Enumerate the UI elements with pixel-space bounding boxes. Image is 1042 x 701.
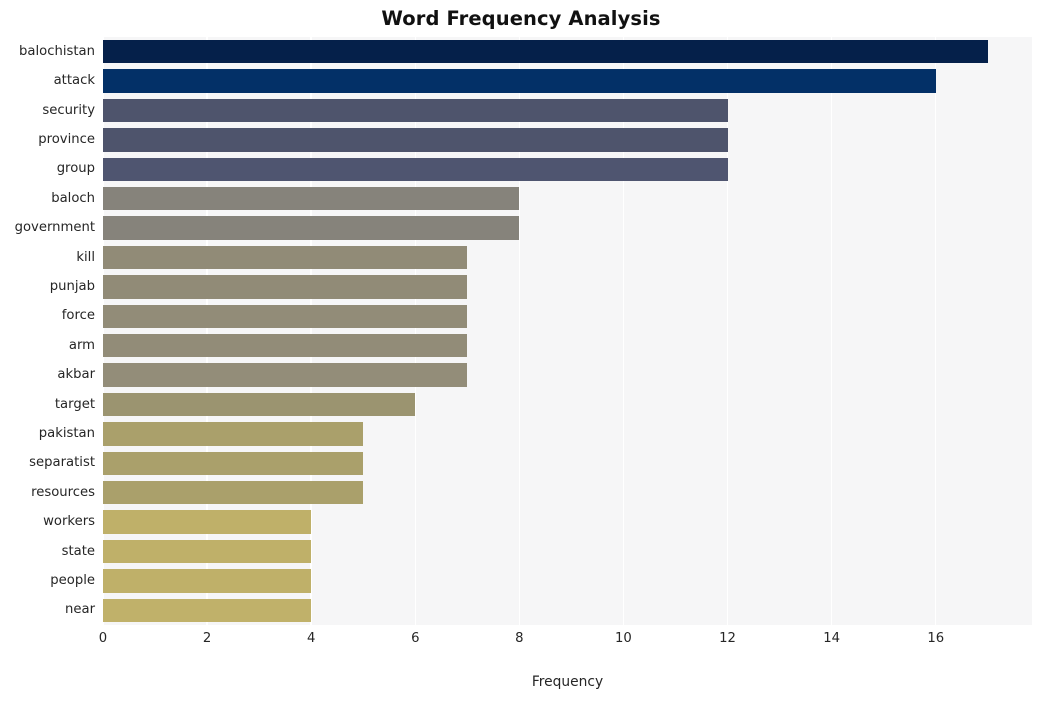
y-tick-label-baloch: baloch — [51, 190, 95, 206]
bar-near[interactable] — [103, 598, 312, 623]
y-tick-label-separatist: separatist — [29, 455, 95, 471]
y-tick-label-target: target — [54, 396, 95, 412]
chart-title: Word Frequency Analysis — [381, 7, 661, 30]
y-tick-label-people: people — [50, 572, 95, 588]
bar-row — [103, 480, 1032, 505]
bars-container — [103, 37, 1032, 625]
bar-akbar[interactable] — [103, 363, 468, 387]
bar-row — [103, 98, 1032, 123]
x-tick-label-14: 14 — [823, 631, 841, 646]
bar-row — [103, 128, 1032, 152]
y-tick-label-balochistan: balochistan — [19, 43, 95, 59]
bar-target[interactable] — [103, 392, 416, 417]
bar-row — [103, 598, 1032, 623]
bar-resources[interactable] — [103, 480, 364, 505]
y-tick-label-resources: resources — [31, 484, 95, 500]
y-tick-label-government: government — [14, 220, 95, 236]
y-tick-label-province: province — [38, 131, 95, 147]
y-tick-label-akbar: akbar — [57, 367, 95, 383]
bar-baloch[interactable] — [103, 186, 520, 211]
y-tick-label-arm: arm — [68, 337, 95, 353]
bar-row — [103, 216, 1032, 240]
y-axis-tick-labels: balochistan attack security province group ba… — [0, 37, 95, 625]
y-tick-label-workers: workers — [43, 514, 95, 530]
y-tick-label-group: group — [56, 161, 95, 177]
plot-area — [102, 37, 1032, 625]
y-tick-label-attack: attack — [53, 73, 95, 89]
bar-row — [103, 539, 1032, 564]
bar-row — [103, 186, 1032, 211]
bar-force[interactable] — [103, 304, 468, 329]
bar-separatist[interactable] — [103, 451, 364, 476]
word-frequency-chart: Word Frequency Analysis balochistan attac… — [0, 0, 1042, 701]
bar-group[interactable] — [103, 157, 728, 182]
x-tick-label-2: 2 — [202, 631, 212, 646]
bar-row — [103, 510, 1032, 534]
y-tick-label-near: near — [65, 602, 95, 618]
bar-row — [103, 422, 1032, 446]
bar-row — [103, 569, 1032, 593]
y-tick-label-force: force — [61, 308, 95, 324]
x-tick-label-0: 0 — [98, 631, 108, 646]
y-tick-label-punjab: punjab — [49, 278, 95, 294]
bar-state[interactable] — [103, 539, 312, 564]
bar-row — [103, 275, 1032, 299]
bar-punjab[interactable] — [103, 275, 468, 299]
bar-row — [103, 392, 1032, 417]
y-tick-label-state: state — [61, 543, 95, 559]
bar-row — [103, 39, 1032, 64]
x-tick-label-8: 8 — [515, 631, 524, 646]
y-tick-label-pakistan: pakistan — [38, 425, 95, 441]
bar-row — [103, 451, 1032, 476]
bar-row — [103, 304, 1032, 329]
x-tick-label-10: 10 — [615, 631, 632, 646]
bar-security[interactable] — [103, 98, 728, 123]
bar-arm[interactable] — [103, 333, 468, 358]
bar-row — [103, 69, 1032, 93]
bar-kill[interactable] — [103, 245, 468, 270]
x-tick-label-16: 16 — [927, 631, 945, 646]
bar-row — [103, 157, 1032, 182]
y-tick-label-kill: kill — [76, 249, 95, 265]
x-tick-label-12: 12 — [719, 631, 736, 646]
x-axis-tick-labels: 0 2 4 6 8 10 12 14 16 — [0, 625, 1042, 655]
x-tick-label-6: 6 — [411, 631, 420, 646]
x-tick-label-4: 4 — [306, 631, 316, 646]
bar-government[interactable] — [103, 216, 520, 240]
bar-workers[interactable] — [103, 510, 312, 534]
x-axis-label: Frequency — [531, 674, 604, 690]
bar-row — [103, 333, 1032, 358]
bar-row — [103, 245, 1032, 270]
bar-attack[interactable] — [103, 69, 936, 93]
bar-pakistan[interactable] — [103, 422, 364, 446]
bar-province[interactable] — [103, 128, 728, 152]
bar-people[interactable] — [103, 569, 312, 593]
bar-balochistan[interactable] — [103, 39, 988, 64]
y-tick-label-security: security — [42, 102, 95, 118]
bar-row — [103, 363, 1032, 387]
